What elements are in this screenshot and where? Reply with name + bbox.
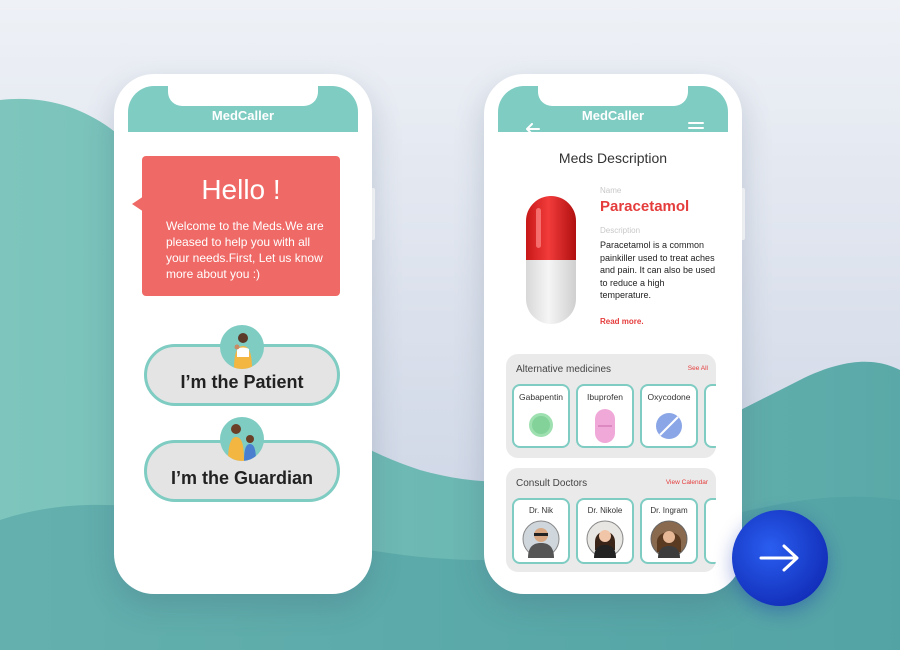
paracetamol-capsule-icon — [524, 194, 578, 326]
app-header: MedCaller — [498, 86, 728, 135]
phone-notch — [168, 86, 318, 106]
med-card-name: Ibuprofen — [587, 392, 623, 402]
next-arrow-button[interactable] — [732, 510, 828, 606]
arrow-right-icon — [759, 544, 799, 572]
name-label: Name — [600, 186, 622, 195]
welcome-message-bubble: Hello ! Welcome to the Meds.We are pleas… — [132, 156, 340, 296]
alternatives-heading: Alternative medicines — [516, 364, 612, 375]
guardian-button-label: I’m the Guardian — [170, 467, 314, 488]
blue-split-pill-icon — [655, 412, 683, 445]
greeting-heading: Hello ! — [201, 174, 281, 205]
med-description: Paracetamol is a common painkiller used … — [600, 240, 716, 300]
doctor-card-partial[interactable] — [704, 498, 716, 564]
read-more-link[interactable]: Read more. — [600, 317, 644, 326]
doctors-heading: Consult Doctors — [516, 478, 588, 489]
med-card-name: Gabapentin — [519, 392, 563, 402]
doctor-name: Dr. Nikole — [587, 506, 623, 515]
med-name: Paracetamol — [600, 198, 690, 215]
doctor-avatar-icon — [522, 520, 560, 563]
doctor-name: Dr. Ingram — [650, 506, 688, 515]
app-title: MedCaller — [211, 108, 275, 123]
med-card-gabapentin[interactable]: Gabapentin — [512, 384, 570, 448]
doctor-card-ingram[interactable]: Dr. Ingram — [640, 498, 698, 564]
med-card-name: Oxycodone — [647, 392, 691, 402]
patient-button-label: I’m the Patient — [180, 371, 304, 392]
welcome-text: Welcome to the Meds.We are pleased to he… — [166, 219, 324, 281]
pink-capsule-icon — [594, 408, 616, 449]
doctor-name: Dr. Nik — [529, 506, 553, 515]
med-card-ibuprofen[interactable]: Ibuprofen — [576, 384, 634, 448]
hamburger-menu-icon[interactable] — [688, 122, 704, 134]
consult-doctors-panel: Consult Doctors View Calendar Dr. Nik Dr… — [506, 468, 716, 572]
patient-avatar — [220, 325, 264, 369]
alternative-medicines-panel: Alternative medicines See All Gabapentin… — [506, 354, 716, 458]
phone-notch — [538, 86, 688, 106]
doctor-avatar-icon — [586, 520, 624, 563]
section-title: Meds Description — [558, 150, 668, 166]
doctor-card-nik[interactable]: Dr. Nik — [512, 498, 570, 564]
see-all-link[interactable]: See All — [688, 365, 708, 372]
app-title: MedCaller — [581, 108, 645, 123]
phone-med-description-screen: MedCaller Meds Description Name Paraceta… — [484, 74, 742, 594]
phone-welcome-screen: MedCaller Hello ! Welcome to the Meds.We… — [114, 74, 372, 594]
doctor-card-nikole[interactable]: Dr. Nikole — [576, 498, 634, 564]
med-card-oxycodone[interactable]: Oxycodone — [640, 384, 698, 448]
doctor-avatar-icon — [650, 520, 688, 563]
med-card-partial[interactable] — [704, 384, 716, 448]
view-calendar-link[interactable]: View Calendar — [666, 479, 708, 486]
description-label: Description — [600, 226, 641, 235]
app-header: MedCaller — [128, 86, 358, 132]
back-arrow-icon[interactable] — [526, 122, 540, 140]
green-round-pill-icon — [528, 412, 554, 443]
guardian-avatar — [220, 417, 264, 461]
